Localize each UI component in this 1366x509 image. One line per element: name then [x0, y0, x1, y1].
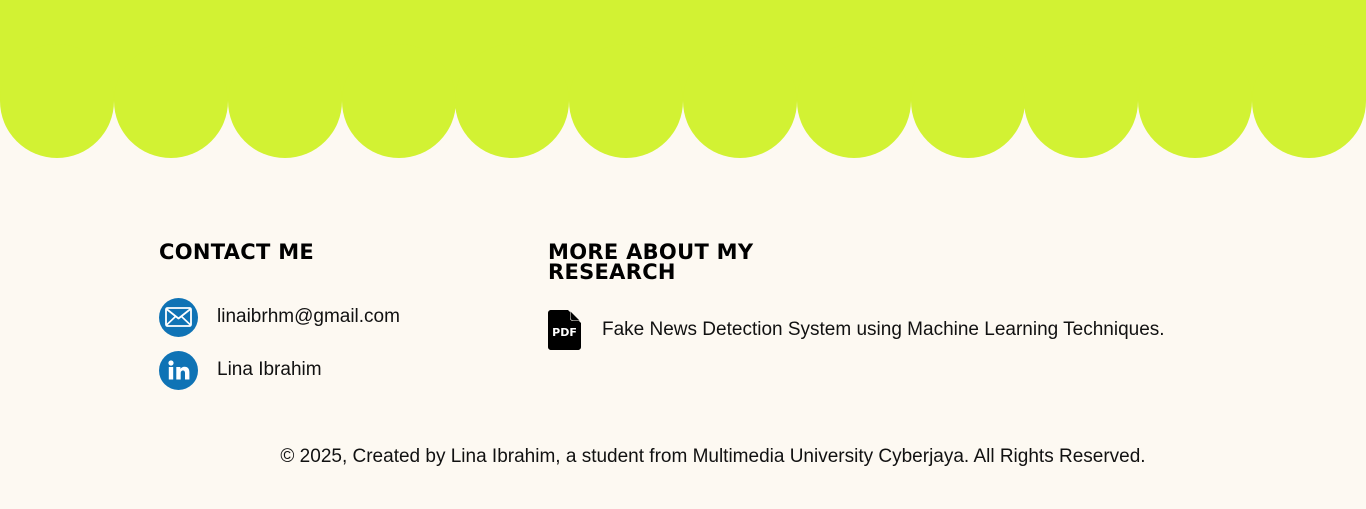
pdf-file-icon: PDF	[548, 310, 581, 350]
research-paper-title: Fake News Detection System using Machine…	[602, 319, 1165, 340]
scalloped-header-band	[0, 0, 1366, 158]
scallop	[911, 44, 1025, 158]
email-label: linaibrhm@gmail.com	[217, 306, 400, 327]
copyright-text: © 2025, Created by Lina Ibrahim, a stude…	[280, 446, 1146, 467]
linkedin-icon	[159, 350, 198, 390]
mail-icon	[159, 297, 198, 337]
email-link[interactable]: linaibrhm@gmail.com	[159, 297, 400, 337]
linkedin-label: Lina Ibrahim	[217, 359, 322, 380]
scallop	[114, 44, 228, 158]
scallop	[228, 44, 342, 158]
pdf-icon-text: PDF	[552, 326, 577, 339]
scallop	[342, 44, 456, 158]
research-heading: MORE ABOUT MY RESEARCH	[548, 240, 754, 284]
scallop	[455, 44, 569, 158]
contact-heading: CONTACT ME	[159, 240, 315, 264]
scallop	[1138, 44, 1252, 158]
scallop	[683, 44, 797, 158]
scallop	[1252, 44, 1366, 158]
scallop	[797, 44, 911, 158]
scallop	[569, 44, 683, 158]
scallop	[0, 44, 114, 158]
linkedin-link[interactable]: Lina Ibrahim	[159, 350, 322, 390]
scallop	[1024, 44, 1138, 158]
research-paper-link[interactable]: PDF Fake News Detection System using Mac…	[548, 310, 1165, 350]
